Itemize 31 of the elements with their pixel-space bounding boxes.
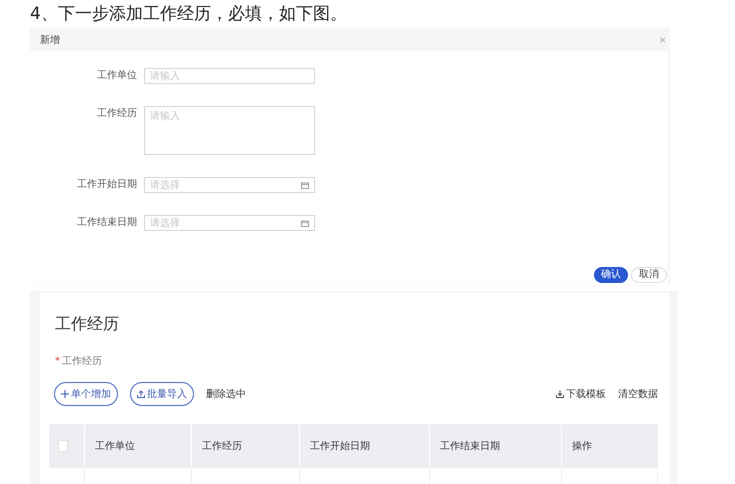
column-header: 工作结束日期 <box>430 424 562 468</box>
section-title: 工作经历 <box>54 313 120 334</box>
upload-icon <box>137 390 145 398</box>
column-header: 工作开始日期 <box>300 424 430 468</box>
field-label: 工作经历 <box>96 107 137 121</box>
download-template-link[interactable]: 下载模板 <box>556 387 606 401</box>
column-header: 工作单位 <box>85 424 192 468</box>
column-header: 操作 <box>571 440 593 454</box>
calendar-icon <box>301 182 309 188</box>
input-field[interactable]: 请输入 <box>144 68 315 84</box>
plus-icon <box>61 390 69 398</box>
date-field[interactable]: 请选择 <box>144 215 315 231</box>
download-icon <box>556 390 564 398</box>
delete-selected-link[interactable]: 删除选中 <box>206 387 246 401</box>
add-button[interactable]: 单个增加 <box>54 382 118 406</box>
field-label: 工作经历 <box>62 355 102 368</box>
field-label: 工作单位 <box>96 68 137 83</box>
select-all-checkbox[interactable] <box>58 440 68 452</box>
clear-data-link[interactable]: 清空数据 <box>618 387 658 401</box>
field-label: 工作结束日期 <box>76 216 137 230</box>
import-button[interactable]: 批量导入 <box>130 382 194 406</box>
textarea-field[interactable]: 请输入 <box>144 106 315 155</box>
field-label: 工作开始日期 <box>76 178 137 192</box>
calendar-icon <box>301 220 309 226</box>
cancel-button[interactable]: 取消 <box>631 267 667 283</box>
dialog-title: 新增 <box>40 34 60 46</box>
date-field[interactable]: 请选择 <box>144 177 315 193</box>
confirm-button[interactable]: 确认 <box>594 267 628 283</box>
step-heading: 4、下一步添加工作经历，必填，如下图。 <box>29 3 348 26</box>
column-header: 工作经历 <box>192 424 300 468</box>
required-mark: * <box>55 356 60 367</box>
